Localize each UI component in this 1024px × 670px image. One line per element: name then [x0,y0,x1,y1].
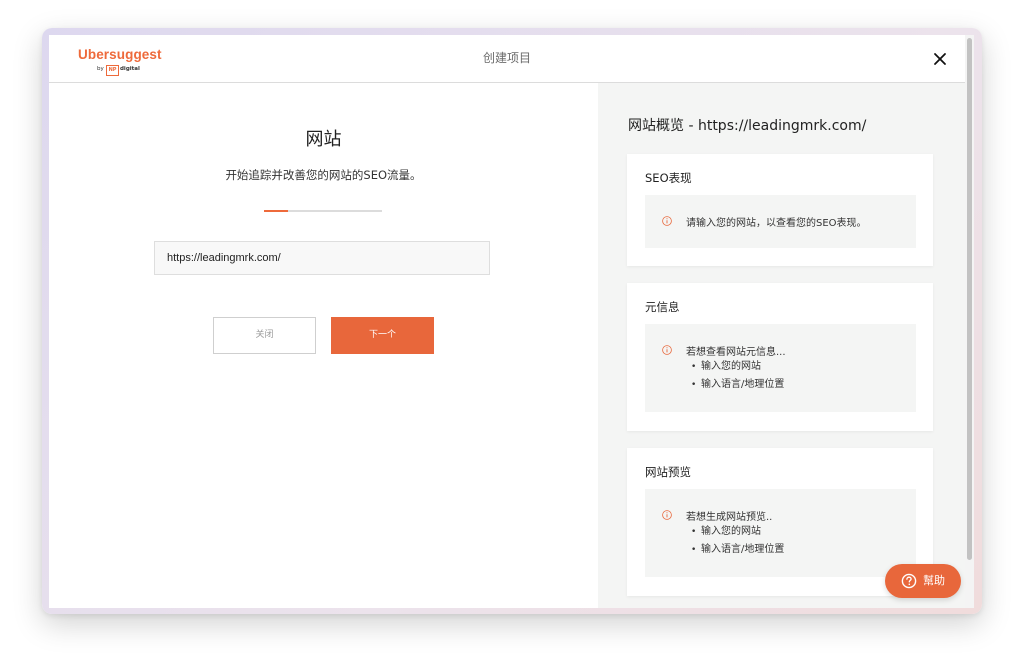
close-step-button[interactable]: 关闭 [213,317,316,354]
card-title: SEO表现 [645,171,692,185]
modal-title: 创建项目 [482,51,531,65]
list-item: 输入语言/地理位置 [691,376,784,394]
close-button[interactable] [929,48,951,70]
scrollbar-thumb[interactable] [967,38,972,560]
seo-performance-card: SEO表现 请输入您的网站，以查看您的SEO表现。 [627,154,933,266]
card-info-box: 若想查看网站元信息... 输入您的网站 输入语言/地理位置 [645,324,916,412]
card-message: 请输入您的网站，以查看您的SEO表现。 [686,218,867,229]
card-message: 若想生成网站预览.. [686,512,773,523]
meta-info-card: 元信息 若想查看网站元信息... 输入您的网站 输入语言/地理位置 [627,283,933,431]
question-circle-icon [901,573,917,589]
info-icon [662,510,672,520]
close-icon [934,53,946,65]
card-bullet-list: 输入您的网站 输入语言/地理位置 [691,358,784,394]
step-subtitle: 开始追踪并改善您的网站的SEO流量。 [225,168,422,182]
step-title: 网站 [305,129,342,150]
help-label: 幫助 [923,574,945,587]
help-button[interactable]: 幫助 [885,564,961,598]
card-info-box: 请输入您的网站，以查看您的SEO表现。 [645,195,916,248]
modal-scrollbar[interactable] [965,35,974,608]
card-message: 若想查看网站元信息... [686,347,786,358]
card-title: 网站预览 [645,465,691,479]
list-item: 输入您的网站 [691,358,784,376]
website-url-input[interactable] [154,241,490,275]
info-icon [662,216,672,226]
card-info-box: 若想生成网站预览.. 输入您的网站 输入语言/地理位置 [645,489,916,577]
info-icon [662,345,672,355]
card-title: 元信息 [645,300,680,314]
create-project-modal: Ubersuggest by NP digital 创建项目 网站 开始追踪并改… [49,35,974,608]
website-step-panel: 网站 开始追踪并改善您的网站的SEO流量。 关闭 下一个 [49,83,598,608]
overview-title: 网站概览 - https://leadingmrk.com/ [628,118,867,134]
next-button[interactable]: 下一个 [331,317,434,354]
step-progress-fill [264,210,288,212]
step-progress-bar [264,210,382,212]
card-bullet-list: 输入您的网站 输入语言/地理位置 [691,523,784,559]
list-item: 输入语言/地理位置 [691,541,784,559]
website-overview-panel: 网站概览 - https://leadingmrk.com/ SEO表现 请输入… [598,83,965,608]
modal-header: Ubersuggest by NP digital 创建项目 [49,35,965,83]
list-item: 输入您的网站 [691,523,784,541]
